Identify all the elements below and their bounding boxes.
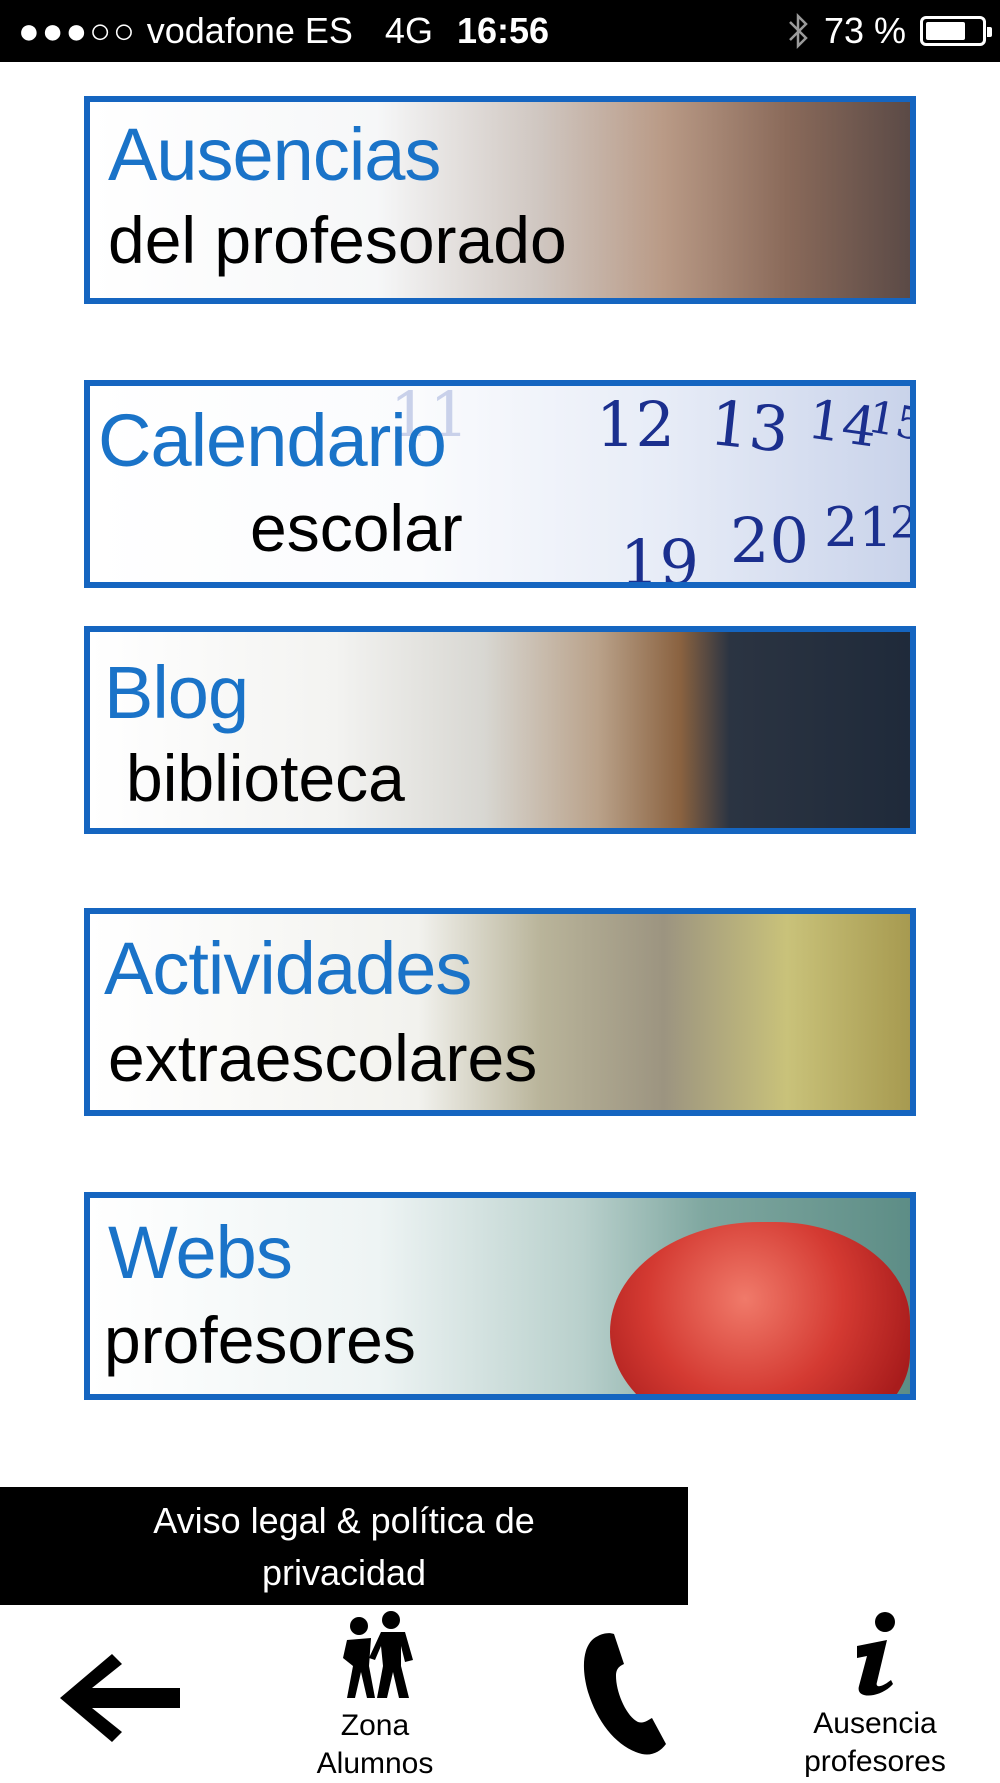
- phone-handset-icon: [583, 1633, 666, 1755]
- signal-strength-icon: ●●●○○: [18, 10, 137, 51]
- battery-icon: [920, 16, 992, 46]
- actividades-extraescolares-banner[interactable]: Actividades extraescolares: [84, 908, 916, 1116]
- legal-notice-line1: Aviso legal & política de: [153, 1500, 535, 1541]
- zona-alumnos-label-line1: Zona: [340, 1709, 410, 1742]
- ausencia-profesores-label-line2: profesores: [804, 1745, 946, 1778]
- banner-subtitle: biblioteca: [126, 741, 405, 815]
- status-time: 16:56: [456, 10, 550, 51]
- calendar-number: 13: [706, 386, 793, 467]
- calendar-number: 22: [890, 498, 916, 549]
- banner-title: Calendario: [98, 399, 447, 482]
- banner-subtitle: profesores: [104, 1303, 416, 1377]
- zona-alumnos-tab[interactable]: Zona Alumnos: [290, 1610, 460, 1780]
- back-button[interactable]: [50, 1610, 200, 1778]
- back-arrow-icon: [60, 1654, 180, 1742]
- status-bar: ●●●○○ vodafone ES 4G 16:56 73 %: [0, 0, 1000, 62]
- calendario-escolar-banner[interactable]: 11 12 13 14 15 19 20 21 22 Calendario es…: [84, 380, 916, 588]
- bluetooth-icon: [789, 12, 808, 50]
- battery-percent: 73 %: [823, 10, 906, 51]
- ausencia-profesores-label-line1: Ausencia: [813, 1707, 937, 1740]
- calendar-number: 20: [730, 504, 809, 577]
- banner-subtitle: del profesorado: [108, 203, 567, 277]
- calendar-number: 19: [620, 526, 699, 588]
- legal-notice-button[interactable]: Aviso legal & política de privacidad: [0, 1487, 688, 1605]
- zona-alumnos-label-line2: Alumnos: [316, 1747, 434, 1780]
- legal-notice-line2: privacidad: [261, 1552, 427, 1593]
- phone-call-button[interactable]: [560, 1610, 700, 1778]
- banner-title: Actividades: [104, 927, 472, 1010]
- carrier-name: vodafone ES: [146, 10, 353, 51]
- webs-profesores-banner[interactable]: Webs profesores: [84, 1192, 916, 1400]
- calendar-number: 21: [824, 496, 893, 559]
- blog-biblioteca-banner[interactable]: Blog biblioteca: [84, 626, 916, 834]
- calendar-number: 15: [863, 391, 916, 452]
- banner-title: Ausencias: [108, 113, 441, 196]
- calendar-number: 12: [596, 388, 675, 461]
- students-icon: [343, 1611, 413, 1698]
- banner-subtitle: escolar: [250, 491, 463, 565]
- banner-subtitle: extraescolares: [108, 1021, 538, 1095]
- ausencia-profesores-tab[interactable]: Ausencia profesores: [780, 1610, 970, 1778]
- banner-title: Webs: [108, 1211, 293, 1294]
- network-type: 4G: [384, 10, 433, 51]
- banner-title: Blog: [104, 651, 249, 734]
- info-icon: [857, 1612, 895, 1696]
- ausencias-profesorado-banner[interactable]: Ausencias del profesorado: [84, 96, 916, 304]
